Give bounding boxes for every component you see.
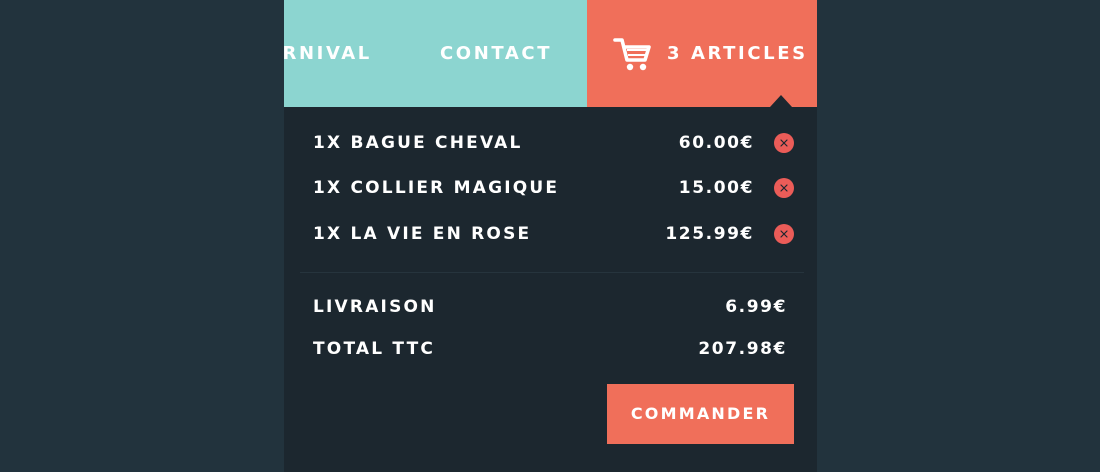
remove-item-button[interactable] <box>774 178 794 198</box>
close-icon <box>780 230 788 238</box>
close-icon <box>780 184 788 192</box>
cart-item-price: 60.00€ <box>678 133 754 153</box>
cart-panel: ARNIVAL CONTACT 3 ARTICLES 1X BAGUE CHEV… <box>284 0 817 472</box>
total-value: 207.98€ <box>698 339 787 359</box>
cart-item-name: 1X LA VIE EN ROSE <box>313 224 532 244</box>
order-button[interactable]: COMMANDER <box>607 384 794 444</box>
shopping-cart-icon <box>613 38 651 71</box>
cart-item-price: 15.00€ <box>678 178 754 198</box>
cart-item: 1X LA VIE EN ROSE 125.99€ <box>313 222 794 246</box>
remove-item-button[interactable] <box>774 133 794 153</box>
shipping-label: LIVRAISON <box>313 297 437 317</box>
shipping-value: 6.99€ <box>725 297 787 317</box>
close-icon <box>780 139 788 147</box>
divider <box>300 272 804 273</box>
navbar: ARNIVAL CONTACT 3 ARTICLES <box>284 0 817 107</box>
cart-item-price: 125.99€ <box>665 224 754 244</box>
cart-item: 1X BAGUE CHEVAL 60.00€ <box>313 131 794 155</box>
dropdown-caret <box>770 95 792 107</box>
remove-item-button[interactable] <box>774 224 794 244</box>
nav-link-contact[interactable]: CONTACT <box>440 43 552 65</box>
shipping-row: LIVRAISON 6.99€ <box>313 295 787 319</box>
cart-toggle-button[interactable]: 3 ARTICLES <box>587 0 817 107</box>
cart-item-name: 1X BAGUE CHEVAL <box>313 133 523 153</box>
cart-item-name: 1X COLLIER MAGIQUE <box>313 178 560 198</box>
total-row: TOTAL TTC 207.98€ <box>313 337 787 361</box>
nav-link-carnival[interactable]: ARNIVAL <box>284 43 372 65</box>
total-label: TOTAL TTC <box>313 339 436 359</box>
cart-count-label: 3 ARTICLES <box>667 43 808 64</box>
cart-item: 1X COLLIER MAGIQUE 15.00€ <box>313 176 794 200</box>
